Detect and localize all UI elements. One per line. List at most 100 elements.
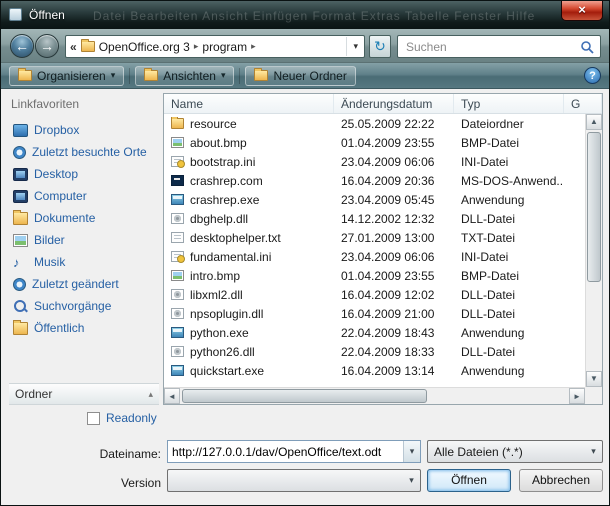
file-name-cell: crashrep.exe <box>164 193 334 207</box>
dialog-footer: Readonly Dateiname: ▾ Alle Dateien (*.*)… <box>1 406 609 506</box>
file-date: 23.04.2009 05:45 <box>334 193 454 207</box>
breadcrumb-item[interactable]: OpenOffice.org 3 <box>99 40 190 54</box>
chevron-down-icon: ▾ <box>221 70 226 81</box>
table-row[interactable]: python.exe22.04.2009 18:43Anwendung <box>164 323 585 342</box>
search-input[interactable] <box>404 39 580 55</box>
app-file-icon <box>171 194 184 205</box>
filename-dropdown-icon[interactable]: ▾ <box>403 441 420 462</box>
file-type: DLL-Datei <box>454 288 564 302</box>
table-row[interactable]: crashrep.com16.04.2009 20:36MS-DOS-Anwen… <box>164 171 585 190</box>
column-header-date[interactable]: Änderungsdatum <box>334 94 454 113</box>
column-header-size[interactable]: G <box>564 94 602 113</box>
table-row[interactable]: libxml2.dll16.04.2009 12:02DLL-Datei <box>164 285 585 304</box>
file-type: MS-DOS-Anwend... <box>454 174 564 188</box>
file-name: about.bmp <box>190 136 247 150</box>
search-icon[interactable] <box>580 40 594 54</box>
file-name: python26.dll <box>190 345 255 359</box>
monitor-icon <box>13 190 28 203</box>
sidebar-item-dokumente[interactable]: Dokumente <box>9 207 159 229</box>
sidebar-item-öffentlich[interactable]: Öffentlich <box>9 317 159 339</box>
sidebar-item-zuletzt-besuchte-orte[interactable]: Zuletzt besuchte Orte <box>9 141 159 163</box>
sidebar-item-suchvorgänge[interactable]: Suchvorgänge <box>9 295 159 317</box>
file-type: Dateiordner <box>454 117 564 131</box>
filename-combo[interactable]: ▾ <box>167 440 421 463</box>
scroll-right-icon[interactable]: ► <box>569 388 585 404</box>
table-row[interactable]: dbghelp.dll14.12.2002 12:32DLL-Datei <box>164 209 585 228</box>
table-row[interactable]: python26.dll22.04.2009 18:33DLL-Datei <box>164 342 585 361</box>
file-name: crashrep.exe <box>190 193 259 207</box>
search-icon <box>13 300 28 313</box>
dll-file-icon <box>171 213 184 224</box>
horizontal-scrollbar[interactable]: ◄ ► <box>164 387 585 404</box>
sidebar-item-zuletzt-geändert[interactable]: Zuletzt geändert <box>9 273 159 295</box>
file-type: DLL-Datei <box>454 212 564 226</box>
table-row[interactable]: crashrep.exe23.04.2009 05:45Anwendung <box>164 190 585 209</box>
vertical-scroll-thumb[interactable] <box>587 132 601 282</box>
sidebar-item-label: Computer <box>34 189 87 203</box>
table-row[interactable]: fundamental.ini23.04.2009 06:06INI-Datei <box>164 247 585 266</box>
filetype-combo[interactable]: Alle Dateien (*.*) ▾ <box>427 440 603 463</box>
column-header-type[interactable]: Typ <box>454 94 564 113</box>
open-button[interactable]: Öffnen <box>427 469 511 492</box>
breadcrumb[interactable]: « OpenOffice.org 3 ▸ program ▸ ▾ <box>65 35 365 58</box>
back-button[interactable]: ← <box>10 34 34 58</box>
table-row[interactable]: bootstrap.ini23.04.2009 06:06INI-Datei <box>164 152 585 171</box>
file-list-panel: Name Änderungsdatum Typ G resource25.05.… <box>163 93 603 405</box>
sidebar-item-label: Dokumente <box>34 211 95 225</box>
new-folder-button[interactable]: Neuer Ordner <box>245 66 355 86</box>
chevron-up-icon: ▴ <box>148 389 153 400</box>
breadcrumb-separator-icon[interactable]: ▸ <box>251 41 256 52</box>
forward-button[interactable]: → <box>35 34 59 58</box>
column-header-row: Name Änderungsdatum Typ G <box>164 94 602 114</box>
readonly-option[interactable]: Readonly <box>87 411 157 425</box>
views-button[interactable]: Ansichten ▾ <box>135 66 234 86</box>
vertical-scrollbar[interactable]: ▲ ▼ <box>585 114 602 387</box>
file-date: 16.04.2009 20:36 <box>334 174 454 188</box>
breadcrumb-separator-icon[interactable]: ▸ <box>194 41 199 52</box>
version-dropdown-icon: ▾ <box>403 475 420 486</box>
favorites-header: Linkfavoriten <box>9 93 159 119</box>
sidebar-item-dropbox[interactable]: Dropbox <box>9 119 159 141</box>
file-name: libxml2.dll <box>190 288 243 302</box>
breadcrumb-overflow-chevron[interactable]: « <box>70 40 77 54</box>
scroll-up-icon[interactable]: ▲ <box>586 114 602 130</box>
box-icon <box>13 124 28 137</box>
folders-expander[interactable]: Ordner ▴ <box>9 383 159 405</box>
monitor-icon <box>13 168 28 181</box>
table-row[interactable]: desktophelper.txt27.01.2009 13:00TXT-Dat… <box>164 228 585 247</box>
address-dropdown-icon[interactable]: ▾ <box>346 37 360 56</box>
sidebar-item-bilder[interactable]: Bilder <box>9 229 159 251</box>
scroll-down-icon[interactable]: ▼ <box>586 371 602 387</box>
file-name: resource <box>190 117 237 131</box>
help-button[interactable]: ? <box>584 67 601 84</box>
sidebar-item-computer[interactable]: Computer <box>9 185 159 207</box>
cancel-button[interactable]: Abbrechen <box>519 469 603 492</box>
readonly-label[interactable]: Readonly <box>106 411 157 425</box>
column-header-name[interactable]: Name <box>164 94 334 113</box>
clock-icon <box>13 278 26 291</box>
sidebar-item-label: Desktop <box>34 167 78 181</box>
table-row[interactable]: intro.bmp01.04.2009 23:55BMP-Datei <box>164 266 585 285</box>
close-button[interactable]: × <box>561 1 603 21</box>
file-name-cell: fundamental.ini <box>164 250 334 264</box>
sidebar-item-desktop[interactable]: Desktop <box>9 163 159 185</box>
table-row[interactable]: about.bmp01.04.2009 23:55BMP-Datei <box>164 133 585 152</box>
horizontal-scroll-thumb[interactable] <box>182 389 427 403</box>
sidebar-item-musik[interactable]: ♪Musik <box>9 251 159 273</box>
table-row[interactable]: npsoplugin.dll16.04.2009 21:00DLL-Datei <box>164 304 585 323</box>
scroll-left-icon[interactable]: ◄ <box>164 388 180 404</box>
version-combo[interactable]: ▾ <box>167 469 421 492</box>
table-row[interactable]: resource25.05.2009 22:22Dateiordner <box>164 114 585 133</box>
breadcrumb-item[interactable]: program <box>202 40 247 54</box>
filename-input[interactable] <box>168 441 403 462</box>
titlebar[interactable]: Öffnen Datei Bearbeiten Ansicht Einfügen… <box>1 1 609 29</box>
readonly-checkbox[interactable] <box>87 412 100 425</box>
refresh-button[interactable]: ↻ <box>369 35 391 58</box>
dll-file-icon <box>171 346 184 357</box>
open-file-dialog: Öffnen Datei Bearbeiten Ansicht Einfügen… <box>0 0 610 506</box>
table-row[interactable]: quickstart.exe16.04.2009 13:14Anwendung <box>164 361 585 380</box>
search-box[interactable] <box>397 35 601 58</box>
organize-button[interactable]: Organisieren ▾ <box>9 66 124 86</box>
chevron-down-icon: ▾ <box>111 70 116 81</box>
sidebar-list: DropboxZuletzt besuchte Orte Desktop Compu… <box>9 119 159 339</box>
